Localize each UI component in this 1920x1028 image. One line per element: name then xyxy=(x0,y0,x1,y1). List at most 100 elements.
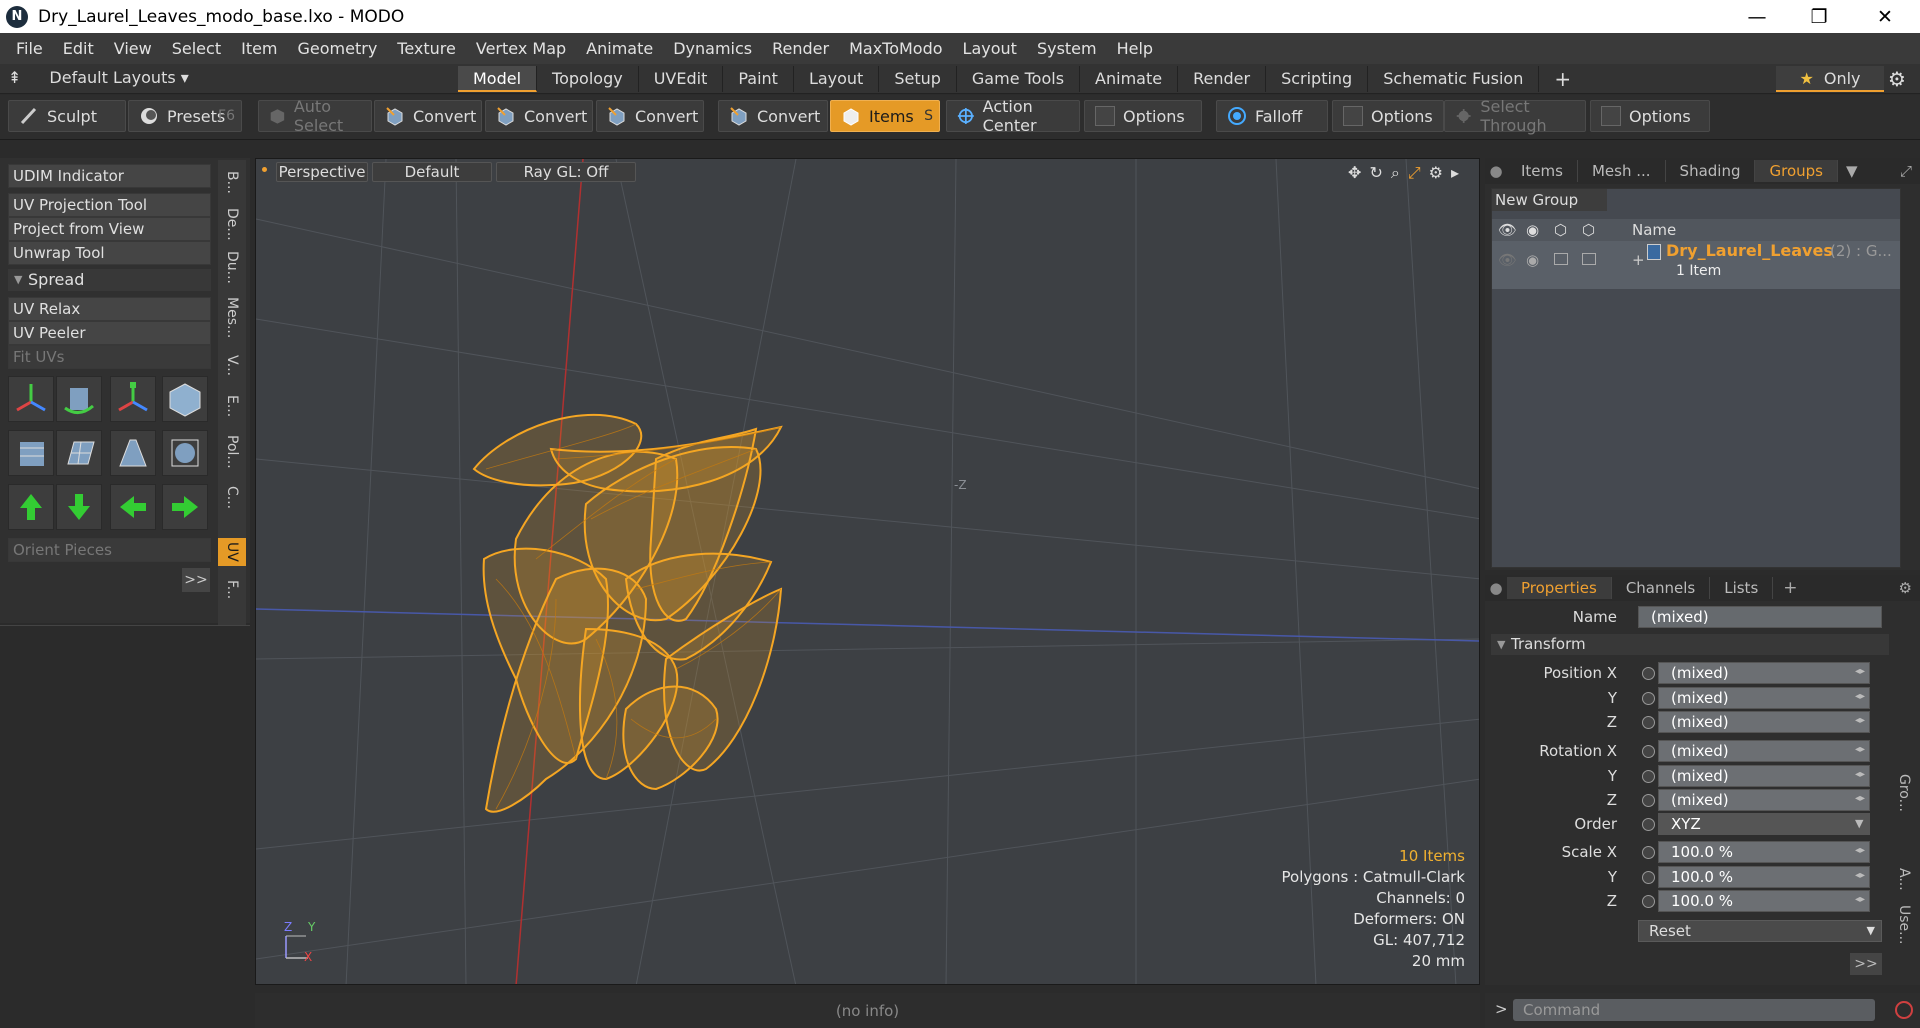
tab-lists[interactable]: Lists xyxy=(1710,577,1774,599)
position-z-field[interactable]: (mixed) xyxy=(1658,711,1870,733)
menu-vertex-map[interactable]: Vertex Map xyxy=(466,39,576,58)
drag-arrows-icon[interactable]: ◂▸ xyxy=(1855,769,1865,780)
position-x-field[interactable]: (mixed) xyxy=(1658,662,1870,684)
uv-rotate-tool-icon[interactable] xyxy=(56,376,102,422)
animate-dot-icon[interactable] xyxy=(1642,895,1655,908)
drag-arrows-icon[interactable]: ◂▸ xyxy=(1855,793,1865,804)
rotation-z-field[interactable]: (mixed) xyxy=(1658,789,1870,811)
rotation-x-field[interactable]: (mixed) xyxy=(1658,740,1870,762)
presets-button[interactable]: Presets F6 xyxy=(128,100,242,132)
flip-right-arrow-icon[interactable] xyxy=(162,484,208,530)
tab-model[interactable]: Model xyxy=(458,66,538,92)
animate-dot-icon[interactable] xyxy=(1642,794,1655,807)
close-button[interactable]: ✕ xyxy=(1862,0,1908,33)
spread-section-header[interactable]: ▼ Spread xyxy=(8,269,211,291)
tab-game-tools[interactable]: Game Tools xyxy=(957,66,1081,92)
minimize-button[interactable]: — xyxy=(1734,0,1780,33)
tab-animate[interactable]: Animate xyxy=(1080,66,1179,92)
vtab-duplicate[interactable]: Du... xyxy=(218,248,246,288)
convert-button-4[interactable]: Convert xyxy=(718,100,828,132)
layouts-dropdown[interactable]: ⇞ Default Layouts ▾ xyxy=(8,68,189,87)
menu-file[interactable]: File xyxy=(6,39,53,58)
project-from-view-button[interactable]: Project from View xyxy=(8,217,211,241)
animate-dot-icon[interactable] xyxy=(1642,745,1655,758)
tab-uvedit[interactable]: UVEdit xyxy=(639,66,724,92)
scale-z-field[interactable]: 100.0 % xyxy=(1658,890,1870,912)
uv-scale-tool-icon[interactable] xyxy=(110,376,156,422)
menu-maxtomodo[interactable]: MaxToModo xyxy=(839,39,952,58)
tab-groups[interactable]: Groups xyxy=(1755,160,1838,182)
vtab-vertex[interactable]: V... xyxy=(218,348,246,384)
vtab-groups[interactable]: Gro... xyxy=(1890,768,1918,818)
menu-dynamics[interactable]: Dynamics xyxy=(663,39,762,58)
render-icon[interactable]: ◉ xyxy=(1526,219,1539,241)
restore-button[interactable]: ❐ xyxy=(1796,0,1842,33)
tab-items[interactable]: Items xyxy=(1507,160,1578,182)
animate-dot-icon[interactable] xyxy=(1642,871,1655,884)
animate-dot-icon[interactable] xyxy=(1642,818,1655,831)
zoom-view-icon[interactable]: ⌕ xyxy=(1391,163,1400,183)
order-dropdown[interactable]: XYZ xyxy=(1658,813,1870,835)
rotation-y-field[interactable]: (mixed) xyxy=(1658,765,1870,787)
select-through-button[interactable]: Select Through xyxy=(1444,97,1586,135)
fit-uvs-button[interactable]: Fit UVs xyxy=(8,345,211,369)
menu-view[interactable]: View xyxy=(104,39,162,58)
drag-arrows-icon[interactable]: ◂▸ xyxy=(1855,691,1865,702)
perspective-dropdown[interactable]: Perspective xyxy=(276,162,368,182)
scale-x-field[interactable]: 100.0 % xyxy=(1658,841,1870,863)
animate-dot-icon[interactable] xyxy=(1642,692,1655,705)
animate-dot-icon[interactable] xyxy=(1642,716,1655,729)
row-select-checkbox[interactable] xyxy=(1582,253,1596,265)
orient-pieces-button[interactable]: Orient Pieces xyxy=(8,538,211,562)
uv-cylinder-projection-icon[interactable] xyxy=(8,430,54,476)
tabs-dropdown-icon[interactable]: ▼ xyxy=(1846,162,1858,180)
command-history-icon[interactable] xyxy=(1895,1001,1913,1019)
vtab-polygon[interactable]: Pol... xyxy=(218,428,246,476)
drag-arrows-icon[interactable]: ◂▸ xyxy=(1855,870,1865,881)
uv-peeler-button[interactable]: UV Peeler xyxy=(8,321,211,345)
items-mode-button[interactable]: Items S xyxy=(830,100,940,132)
3d-viewport[interactable]: -Z Perspective Default Ray GL: Off ✥ ↻ ⌕… xyxy=(255,158,1480,985)
falloff-button[interactable]: Falloff xyxy=(1216,100,1328,132)
udim-indicator-button[interactable]: UDIM Indicator xyxy=(8,164,211,188)
animate-dot-icon[interactable] xyxy=(1642,770,1655,783)
vtab-deform[interactable]: De... xyxy=(218,204,246,244)
vtab-fusion[interactable]: F... xyxy=(218,572,246,608)
select-through-options-button[interactable]: Options xyxy=(1590,100,1710,132)
animate-dot-icon[interactable] xyxy=(1642,667,1655,680)
tab-schematic-fusion[interactable]: Schematic Fusion xyxy=(1368,66,1540,92)
row-lock-checkbox[interactable] xyxy=(1554,253,1568,265)
tab-paint[interactable]: Paint xyxy=(723,66,794,92)
row-render-icon[interactable]: ◉ xyxy=(1526,251,1539,269)
panel-expand-icon[interactable]: ⤢ xyxy=(1900,162,1912,180)
tab-layout[interactable]: Layout xyxy=(794,66,880,92)
uv-move-tool-icon[interactable] xyxy=(8,376,54,422)
select-icon[interactable]: ⬡ xyxy=(1582,219,1595,241)
tab-properties[interactable]: Properties xyxy=(1507,577,1612,599)
tab-shading[interactable]: Shading xyxy=(1666,160,1756,182)
menu-system[interactable]: System xyxy=(1027,39,1107,58)
vtab-user[interactable]: Use... xyxy=(1890,900,1918,950)
uv-sphere-icon[interactable] xyxy=(162,430,208,476)
uv-planar-grid-icon[interactable] xyxy=(56,430,102,476)
menu-layout[interactable]: Layout xyxy=(953,39,1027,58)
menu-select[interactable]: Select xyxy=(162,39,231,58)
raygl-toggle[interactable]: Ray GL: Off xyxy=(496,162,636,182)
tab-channels[interactable]: Channels xyxy=(1612,577,1711,599)
only-button[interactable]: ★ Only xyxy=(1776,66,1884,92)
command-input[interactable]: Command xyxy=(1513,999,1875,1021)
menu-geometry[interactable]: Geometry xyxy=(288,39,388,58)
menu-render[interactable]: Render xyxy=(762,39,839,58)
uv-perspective-icon[interactable] xyxy=(110,430,156,476)
visibility-eye-icon[interactable]: 👁 xyxy=(1498,219,1517,241)
drag-arrows-icon[interactable]: ◂▸ xyxy=(1855,715,1865,726)
new-group-button[interactable]: New Group xyxy=(1492,189,1607,211)
reset-dropdown[interactable]: Reset ▼ xyxy=(1638,920,1882,942)
drag-arrows-icon[interactable]: ◂▸ xyxy=(1855,666,1865,677)
flip-down-arrow-icon[interactable] xyxy=(56,484,102,530)
menu-animate[interactable]: Animate xyxy=(576,39,663,58)
falloff-options-button[interactable]: Options xyxy=(1332,100,1444,132)
tab-mesh[interactable]: Mesh ... xyxy=(1578,160,1666,182)
dropdown-arrow-icon[interactable]: ▼ xyxy=(1855,817,1863,830)
move-view-icon[interactable]: ✥ xyxy=(1348,163,1361,183)
